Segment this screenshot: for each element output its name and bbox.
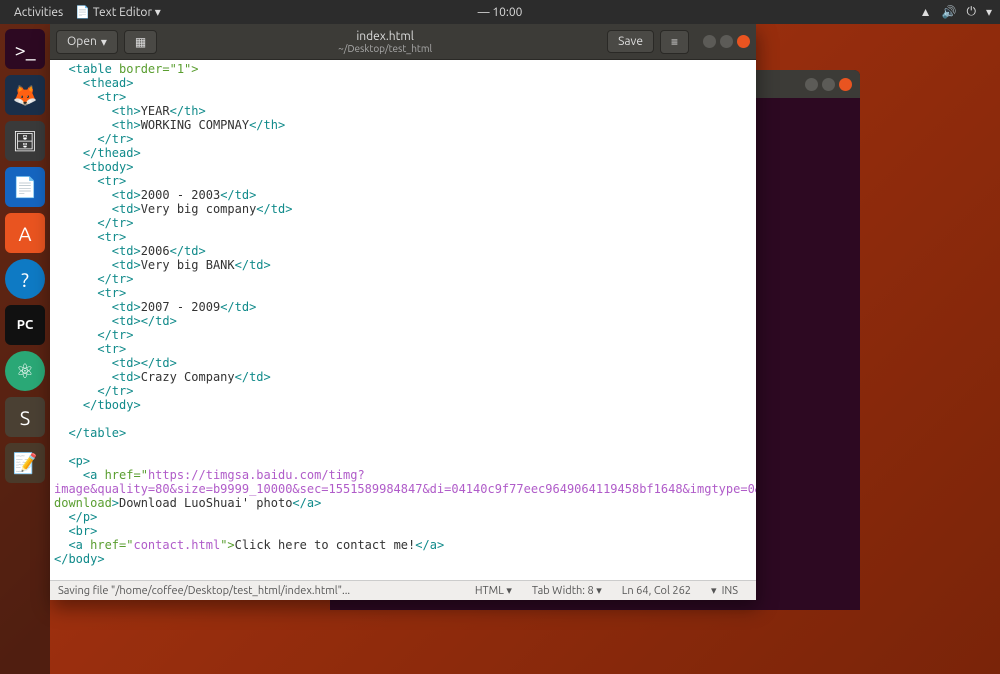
minimize-button[interactable] [703, 35, 716, 48]
editor-title: index.html ~/Desktop/test_html [163, 30, 607, 54]
maximize-button[interactable] [822, 78, 835, 91]
editor-text-area[interactable]: <table border="1"> <thead> <tr> <th>YEAR… [50, 60, 756, 580]
open-label: Open [67, 35, 97, 48]
minimize-button[interactable] [805, 78, 818, 91]
maximize-button[interactable] [720, 35, 733, 48]
chevron-down-icon: ▾ [101, 35, 107, 49]
new-tab-button[interactable]: ▦ [124, 30, 157, 54]
libreoffice-writer-icon[interactable]: 📄 [5, 167, 45, 207]
close-button[interactable] [737, 35, 750, 48]
language-selector[interactable]: HTML ▾ [465, 584, 522, 597]
tab-width-selector[interactable]: Tab Width: 8 ▾ [522, 584, 612, 597]
atom-icon[interactable]: ⚛ [5, 351, 45, 391]
help-icon[interactable]: ? [5, 259, 45, 299]
gedit-window: Open ▾ ▦ index.html ~/Desktop/test_html S… [50, 24, 756, 600]
pycharm-icon[interactable]: PC [5, 305, 45, 345]
status-message: Saving file "/home/coffee/Desktop/test_h… [58, 585, 350, 597]
save-button[interactable]: Save [607, 30, 654, 53]
terminal-icon[interactable]: >_ [5, 29, 45, 69]
gedit-icon[interactable]: 📝 [5, 443, 45, 483]
cursor-position: Ln 64, Col 262 [612, 585, 701, 597]
clock[interactable]: — 10:00 [478, 6, 523, 19]
sublime-icon[interactable]: S [5, 397, 45, 437]
editor-headerbar: Open ▾ ▦ index.html ~/Desktop/test_html S… [50, 24, 756, 60]
open-button[interactable]: Open ▾ [56, 30, 118, 54]
top-panel: Activities 📄 Text Editor ▾ — 10:00 ▲ 🔊 ⏻… [0, 0, 1000, 24]
filename: index.html [163, 30, 607, 43]
app-menu-label: Text Editor [93, 6, 152, 19]
chevron-down-icon[interactable]: ▾ [986, 5, 992, 19]
activities-button[interactable]: Activities [8, 6, 69, 19]
overwrite-indicator[interactable]: ▾ INS [701, 584, 748, 597]
software-center-icon[interactable]: A [5, 213, 45, 253]
power-icon[interactable]: ⏻ [966, 5, 976, 19]
firefox-icon[interactable]: 🦊 [5, 75, 45, 115]
network-icon[interactable]: ▲ [920, 5, 932, 19]
app-menu[interactable]: 📄 Text Editor ▾ [69, 5, 167, 19]
close-button[interactable] [839, 78, 852, 91]
filepath: ~/Desktop/test_html [163, 43, 607, 54]
files-icon[interactable]: 🗄 [5, 121, 45, 161]
editor-statusbar: Saving file "/home/coffee/Desktop/test_h… [50, 580, 756, 600]
hamburger-menu[interactable]: ≡ [660, 30, 689, 54]
dock: >_ 🦊 🗄 📄 A ? PC ⚛ S 📝 [0, 24, 50, 674]
volume-icon[interactable]: 🔊 [942, 5, 957, 19]
